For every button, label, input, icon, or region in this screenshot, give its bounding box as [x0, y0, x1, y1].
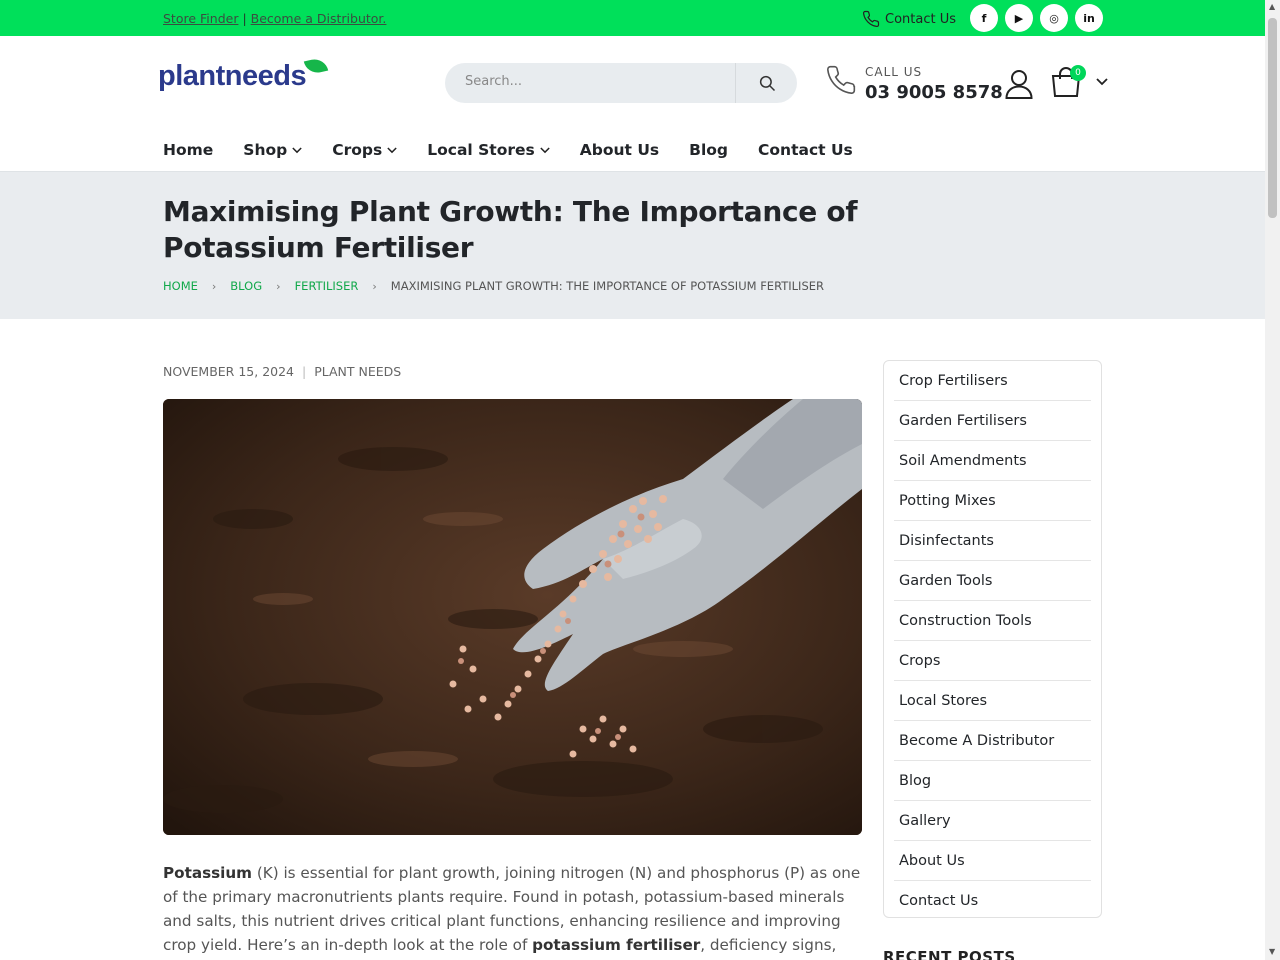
chevron-down-icon [1096, 78, 1108, 86]
breadcrumb-home[interactable]: HOME [163, 279, 198, 293]
linkedin-icon[interactable]: in [1075, 4, 1103, 32]
breadcrumb: HOME › BLOG › FERTILISER › MAXIMISING PL… [163, 279, 824, 293]
call-us-label: CALL US [865, 65, 923, 79]
cart-button[interactable]: 0 [1050, 65, 1108, 102]
sidebar-item-blog[interactable]: Blog [894, 761, 1091, 801]
phone-number[interactable]: 03 9005 8578 [865, 82, 1003, 103]
youtube-icon[interactable]: ▶ [1005, 4, 1033, 32]
bold-potassium-fertiliser: potassium fertiliser [532, 936, 701, 954]
sidebar-item-garden-fertilisers[interactable]: Garden Fertilisers [894, 401, 1091, 441]
sidebar-item-disinfectants[interactable]: Disinfectants [894, 521, 1091, 561]
logo-text: plantneeds [158, 60, 307, 92]
nav-item-home[interactable]: Home [163, 141, 213, 159]
top-links-separator: | [242, 11, 247, 26]
search-input[interactable] [465, 74, 725, 89]
chevron-right-icon: › [211, 279, 217, 293]
page-title: Maximising Plant Growth: The Importance … [163, 195, 858, 264]
breadcrumb-blog[interactable]: BLOG [230, 279, 262, 293]
breadcrumb-current: MAXIMISING PLANT GROWTH: THE IMPORTANCE … [390, 279, 824, 293]
post-date: NOVEMBER 15, 2024 [163, 364, 294, 379]
facebook-icon[interactable]: f [970, 4, 998, 32]
chevron-down-icon [292, 146, 302, 153]
leaf-icon [303, 56, 329, 76]
page-header: Maximising Plant Growth: The Importance … [0, 171, 1265, 319]
post-featured-image [163, 399, 862, 835]
phone-icon [827, 65, 856, 94]
nav-item-about-us[interactable]: About Us [580, 141, 659, 159]
nav-item-label: Crops [332, 141, 383, 159]
sidebar-item-potting-mixes[interactable]: Potting Mixes [894, 481, 1091, 521]
top-contact-label: Contact Us [885, 11, 956, 27]
search-button[interactable] [735, 63, 797, 103]
post-intro-paragraph: Potassium (K) is essential for plant gro… [163, 861, 863, 960]
top-contact-link[interactable]: Contact Us [862, 10, 956, 28]
page-scrollbar[interactable]: ▲ ▼ [1265, 0, 1280, 960]
sidebar-item-about-us[interactable]: About Us [894, 841, 1091, 881]
nav-item-shop[interactable]: Shop [243, 141, 302, 159]
site-logo[interactable]: plantneeds [158, 56, 329, 93]
sidebar-item-gallery[interactable]: Gallery [894, 801, 1091, 841]
scrollbar-thumb[interactable] [1268, 18, 1277, 218]
sidebar-item-become-a-distributor[interactable]: Become A Distributor [894, 721, 1091, 761]
nav-item-crops[interactable]: Crops [332, 141, 397, 159]
main-nav: Home Shop Crops Local Stores About Us Bl… [163, 141, 853, 159]
nav-item-label: Local Stores [427, 141, 535, 159]
phone-icon [862, 10, 880, 28]
bold-potassium: Potassium [163, 864, 252, 882]
nav-item-label: Blog [689, 141, 729, 159]
search-icon [759, 75, 775, 92]
breadcrumb-fertiliser[interactable]: FERTILISER [295, 279, 359, 293]
top-bar: Store Finder | Become a Distributor. Con… [0, 0, 1265, 36]
store-finder-link[interactable]: Store Finder [163, 11, 238, 26]
sidebar-item-local-stores[interactable]: Local Stores [894, 681, 1091, 721]
nav-item-label: Contact Us [758, 141, 853, 159]
nav-item-contact-us[interactable]: Contact Us [758, 141, 853, 159]
post-meta: NOVEMBER 15, 2024 | PLANT NEEDS [163, 364, 401, 379]
chevron-right-icon: › [276, 279, 281, 293]
scroll-down-arrow-icon[interactable]: ▼ [1269, 947, 1275, 956]
nav-item-local-stores[interactable]: Local Stores [427, 141, 550, 159]
nav-item-blog[interactable]: Blog [689, 141, 728, 159]
social-links: f ▶ ◎ in [970, 4, 1103, 32]
chevron-down-icon [540, 146, 550, 153]
fertiliser-hand-photo [163, 399, 862, 835]
account-button[interactable] [1005, 69, 1033, 103]
nav-item-label: Home [163, 141, 214, 159]
become-distributor-link[interactable]: Become a Distributor. [251, 11, 387, 26]
recent-posts-heading: RECENT POSTS [883, 948, 1016, 960]
call-us-block[interactable]: CALL US 03 9005 8578 [825, 64, 1003, 103]
sidebar-item-soil-amendments[interactable]: Soil Amendments [894, 441, 1091, 481]
sidebar-item-construction-tools[interactable]: Construction Tools [894, 601, 1091, 641]
post-author[interactable]: PLANT NEEDS [314, 364, 401, 379]
sidebar-item-garden-tools[interactable]: Garden Tools [894, 561, 1091, 601]
chevron-right-icon: › [372, 279, 377, 293]
user-icon [1005, 70, 1033, 99]
top-links: Store Finder | Become a Distributor. [163, 11, 386, 26]
meta-separator: | [302, 364, 307, 379]
search-bar [445, 63, 797, 103]
cart-count-badge: 0 [1070, 65, 1086, 81]
sidebar-item-crops[interactable]: Crops [894, 641, 1091, 681]
chevron-down-icon [387, 146, 397, 153]
scroll-up-arrow-icon[interactable]: ▲ [1269, 2, 1275, 11]
instagram-icon[interactable]: ◎ [1040, 4, 1068, 32]
nav-item-label: About Us [579, 141, 660, 159]
sidebar-item-contact-us[interactable]: Contact Us [894, 881, 1091, 921]
sidebar-category-menu: Crop Fertilisers Garden Fertilisers Soil… [883, 360, 1102, 918]
sidebar-item-crop-fertilisers[interactable]: Crop Fertilisers [894, 361, 1091, 401]
nav-item-label: Shop [243, 141, 288, 159]
